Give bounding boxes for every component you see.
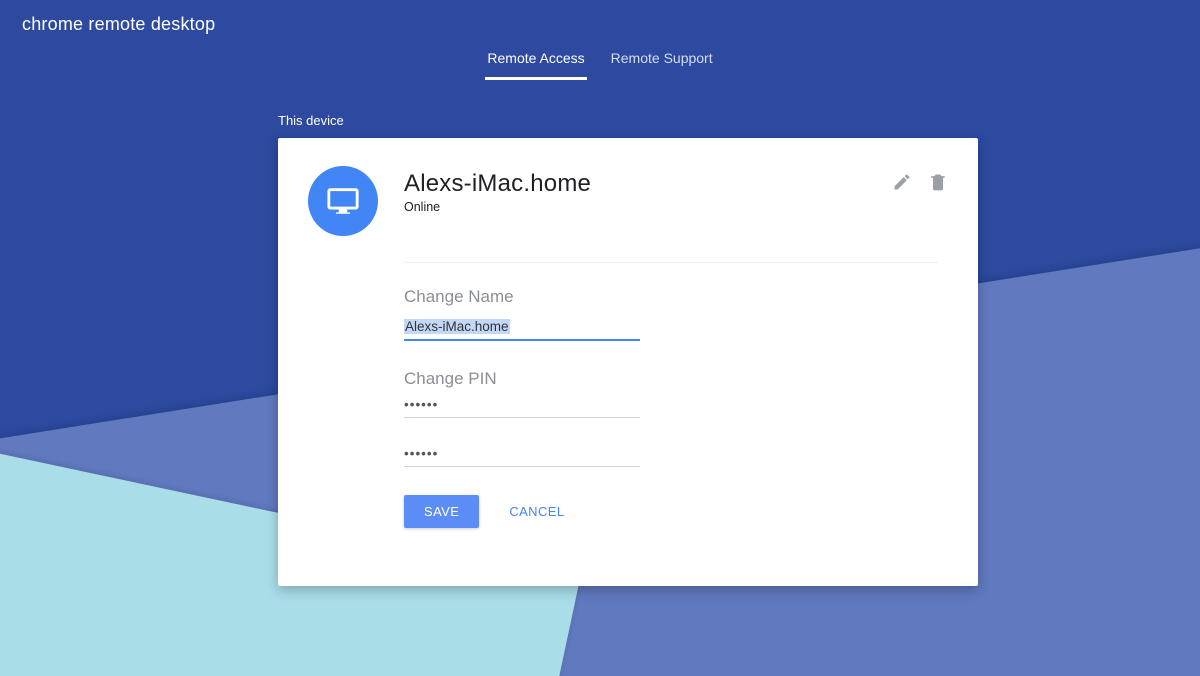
tabs: Remote Access Remote Support	[0, 38, 1200, 80]
change-name-value: Alexs-iMac.home	[404, 319, 510, 334]
save-button[interactable]: SAVE	[404, 495, 479, 528]
change-name-input[interactable]: Alexs-iMac.home	[404, 315, 640, 341]
device-edit-form: Change Name Alexs-iMac.home Change PIN S…	[404, 262, 938, 528]
device-status: Online	[404, 200, 892, 214]
this-device-label: This device	[278, 113, 344, 128]
change-pin-label: Change PIN	[404, 369, 938, 389]
pin-input[interactable]	[404, 393, 640, 418]
edit-icon[interactable]	[892, 172, 912, 192]
pin-confirm-input[interactable]	[404, 442, 640, 467]
device-name: Alexs-iMac.home	[404, 170, 892, 198]
monitor-icon	[308, 166, 378, 236]
app-title: chrome remote desktop	[22, 14, 215, 35]
device-card: Alexs-iMac.home Online Change Name Alexs…	[278, 138, 978, 586]
tab-remote-support[interactable]: Remote Support	[609, 38, 715, 80]
delete-icon[interactable]	[928, 172, 948, 192]
cancel-button[interactable]: CANCEL	[509, 504, 564, 519]
tab-remote-access[interactable]: Remote Access	[485, 38, 586, 80]
change-name-label: Change Name	[404, 287, 938, 307]
